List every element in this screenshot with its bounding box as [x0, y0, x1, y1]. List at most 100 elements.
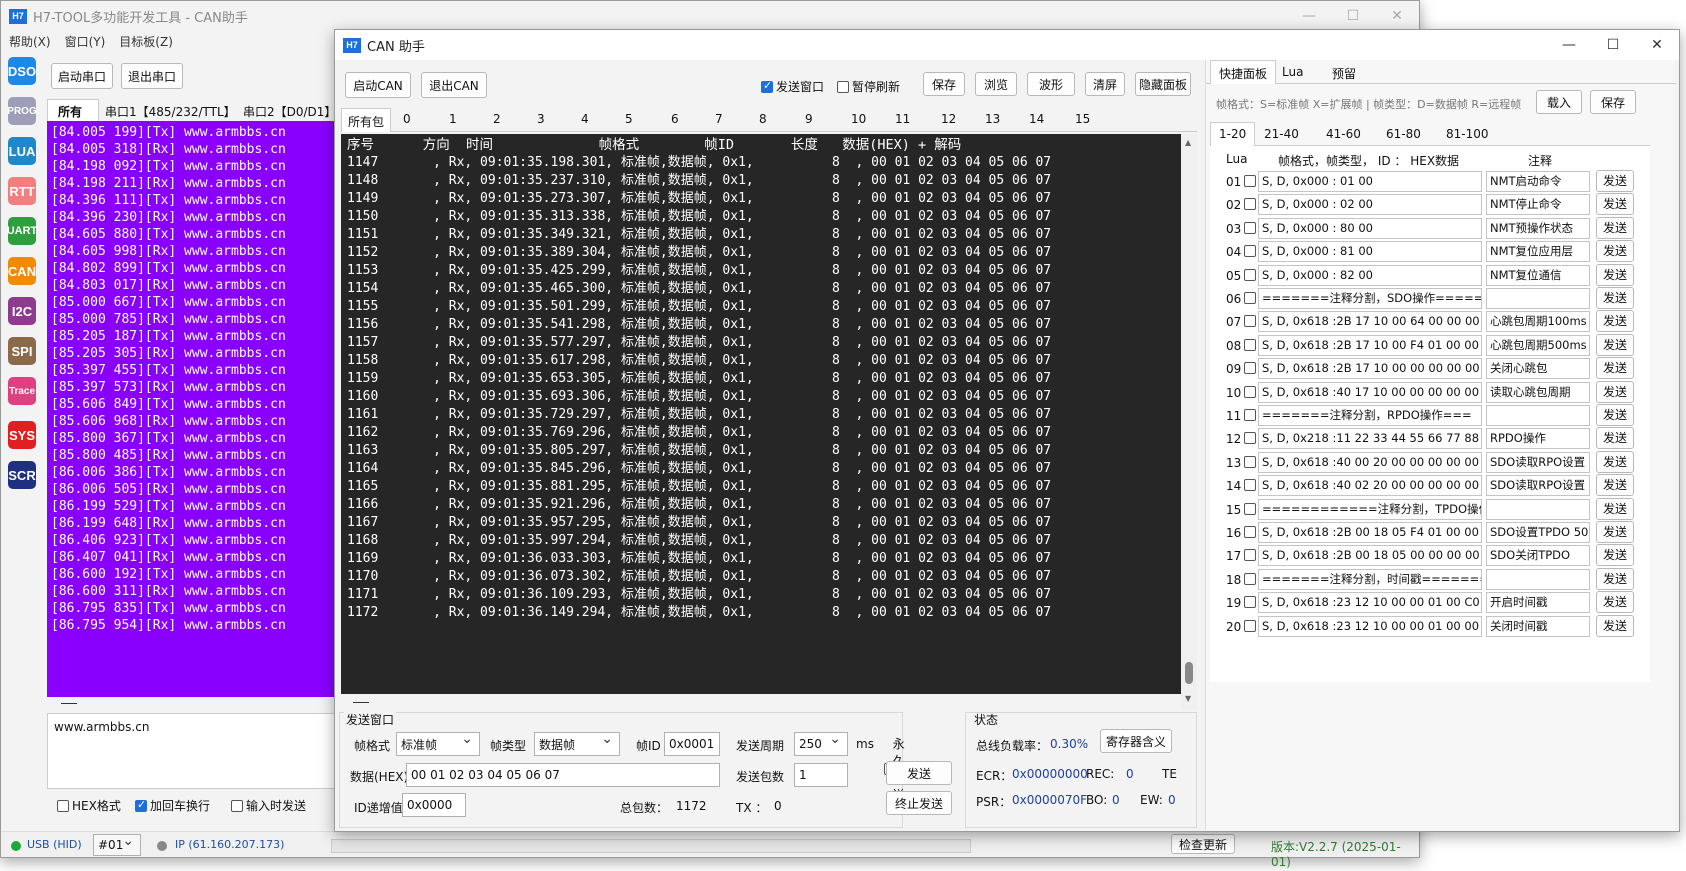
- can-maximize-icon[interactable]: ☐: [1591, 30, 1635, 60]
- quick-row-send-button[interactable]: 发送: [1596, 427, 1634, 450]
- quick-row-data-input[interactable]: S, D, 0x618 :23 12 10 00 00 01 00 C0: [1258, 592, 1482, 614]
- quick-row-data-input[interactable]: S, D, 0x218 :11 22 33 44 55 66 77 88: [1258, 428, 1482, 450]
- menu-help[interactable]: 帮助(X): [9, 33, 51, 50]
- can-close-icon[interactable]: ✕: [1635, 30, 1679, 60]
- start-can-button[interactable]: 启动CAN: [345, 72, 411, 98]
- quick-row-data-input[interactable]: S, D, 0x618 :40 17 10 00 00 00 00 00: [1258, 381, 1482, 403]
- tab-packet-11[interactable]: 11: [879, 112, 910, 126]
- quick-row-note-input[interactable]: NMT复位应用层: [1486, 241, 1590, 263]
- quick-row-data-input[interactable]: S, D, 0x618 :2B 17 10 00 00 00 00 00: [1258, 358, 1482, 380]
- can-log[interactable]: 序号 方向 时间 帧格式 帧ID 长度 数据(HEX) + 解码 1147 , …: [341, 134, 1181, 694]
- quick-row-lua-checkbox[interactable]: [1244, 362, 1256, 375]
- quick-row-note-input[interactable]: 读取心跳包周期: [1486, 381, 1590, 403]
- send-count-input[interactable]: 1: [794, 763, 848, 787]
- trace-icon[interactable]: Trace: [8, 377, 36, 405]
- tab-quick-panel[interactable]: 快捷面板: [1210, 60, 1277, 84]
- quick-row-send-button[interactable]: 发送: [1596, 591, 1634, 614]
- send-text-area[interactable]: www.armbbs.cn: [47, 713, 337, 789]
- quick-row-send-button[interactable]: 发送: [1596, 380, 1634, 403]
- quick-row-note-input[interactable]: [1486, 405, 1590, 426]
- tab-packet-8[interactable]: 8: [743, 112, 767, 126]
- can-icon[interactable]: CAN: [8, 257, 36, 285]
- quick-row-data-input[interactable]: S, D, 0x618 :40 02 20 00 00 00 00 00: [1258, 475, 1482, 497]
- tab-lua[interactable]: Lua: [1282, 65, 1303, 79]
- quick-row-data-input[interactable]: S, D, 0x618 :2B 17 10 00 64 00 00 00: [1258, 311, 1482, 333]
- quick-row-lua-checkbox[interactable]: [1244, 338, 1256, 351]
- tab-all-packets[interactable]: 所有包: [341, 108, 392, 132]
- quick-row-lua-checkbox[interactable]: [1244, 175, 1256, 187]
- quick-row-note-input[interactable]: SDO读取RPO设置: [1486, 475, 1590, 497]
- serial-log[interactable]: [84.005 199][Tx] www.armbbs.cn [84.005 31…: [47, 121, 337, 697]
- quick-row-note-input[interactable]: NMT复位通信: [1486, 264, 1590, 286]
- tab-packet-13[interactable]: 13: [969, 112, 1000, 126]
- quick-row-lua-checkbox[interactable]: [1244, 619, 1256, 632]
- can-log-splitter[interactable]: [341, 694, 1181, 710]
- quick-row-data-input[interactable]: =======注释分割，时间戳========: [1258, 568, 1482, 590]
- quick-row-data-input[interactable]: S, D, 0x618 :40 00 20 00 00 00 00 00: [1258, 451, 1482, 473]
- can-minimize-icon[interactable]: —: [1547, 30, 1591, 60]
- quick-row-send-button[interactable]: 发送: [1596, 333, 1634, 356]
- quick-row-note-input[interactable]: NMT停止命令: [1486, 194, 1590, 216]
- quick-row-data-input[interactable]: S, D, 0x000 : 01 00: [1258, 171, 1482, 192]
- quick-row-lua-checkbox[interactable]: [1244, 245, 1256, 258]
- pause-refresh-option[interactable]: 暂停刷新: [837, 78, 900, 95]
- pause-refresh-checkbox[interactable]: [837, 80, 849, 93]
- lua-icon[interactable]: LUA: [8, 137, 36, 165]
- quick-row-send-button[interactable]: 发送: [1596, 263, 1634, 286]
- device-select[interactable]: #01: [93, 834, 141, 856]
- quick-row-note-input[interactable]: RPDO操作: [1486, 428, 1590, 450]
- quick-row-note-input[interactable]: 关闭时间戳: [1486, 615, 1590, 637]
- splitter[interactable]: [47, 697, 337, 711]
- quick-row-send-button[interactable]: 发送: [1596, 216, 1634, 239]
- stop-send-button[interactable]: 终止发送: [886, 791, 952, 815]
- load-button[interactable]: 载入: [1536, 90, 1582, 114]
- spi-icon[interactable]: SPI: [8, 337, 36, 365]
- tab-all[interactable]: 所有: [47, 99, 99, 121]
- quick-row-lua-checkbox[interactable]: [1244, 409, 1256, 421]
- quick-row-note-input[interactable]: 心跳包周期500ms: [1486, 334, 1590, 356]
- dso-icon[interactable]: DSO: [8, 57, 36, 85]
- save-log-button[interactable]: 保存: [923, 72, 965, 96]
- tab-packet-0[interactable]: 0: [387, 112, 411, 126]
- i2c-icon[interactable]: I2C: [8, 297, 36, 325]
- id-inc-input[interactable]: 0x0000: [402, 793, 466, 817]
- tab-packet-3[interactable]: 3: [521, 112, 545, 126]
- quick-row-send-button[interactable]: 发送: [1596, 310, 1634, 333]
- tab-range-21-40[interactable]: 21-40: [1264, 127, 1299, 141]
- quick-row-send-button[interactable]: 发送: [1596, 544, 1634, 567]
- tab-serial2[interactable]: 串口2【D0/D1】: [243, 103, 336, 120]
- quick-row-send-button[interactable]: 发送: [1596, 240, 1634, 263]
- tab-packet-4[interactable]: 4: [565, 112, 589, 126]
- quick-row-data-input[interactable]: S, D, 0x618 :2B 00 18 05 F4 01 00 00: [1258, 522, 1482, 543]
- quick-row-send-button[interactable]: 发送: [1596, 450, 1634, 473]
- quick-row-send-button[interactable]: 发送: [1596, 357, 1634, 380]
- tab-serial1[interactable]: 串口1【485/232/TTL】: [105, 103, 236, 120]
- tab-packet-14[interactable]: 14: [1013, 112, 1044, 126]
- quick-row-data-input[interactable]: S, D, 0x618 :23 12 10 00 00 01 00 00: [1258, 615, 1482, 637]
- frame-type-select[interactable]: 数据帧: [534, 732, 620, 756]
- send-window-option[interactable]: 发送窗口: [761, 78, 824, 95]
- period-select[interactable]: 250: [794, 732, 848, 756]
- tab-packet-1[interactable]: 1: [433, 112, 457, 126]
- send-on-input-checkbox[interactable]: [231, 799, 243, 812]
- tab-packet-12[interactable]: 12: [925, 112, 956, 126]
- quick-row-lua-checkbox[interactable]: [1244, 432, 1256, 445]
- quick-row-note-input[interactable]: SDO关闭TPDO: [1486, 545, 1590, 567]
- scr-icon[interactable]: SCR: [8, 461, 36, 489]
- quick-row-lua-checkbox[interactable]: [1244, 221, 1256, 234]
- hex-checkbox[interactable]: [57, 799, 69, 812]
- send-window-checkbox[interactable]: [761, 79, 773, 93]
- quick-row-send-button[interactable]: 发送: [1596, 614, 1634, 637]
- sys-icon[interactable]: SYS: [8, 421, 36, 449]
- quick-row-note-input[interactable]: SDO读取RPO设置: [1486, 451, 1590, 473]
- quick-row-data-input[interactable]: =======注释分割，SDO操作=====: [1258, 288, 1482, 309]
- tab-packet-9[interactable]: 9: [789, 112, 813, 126]
- quick-row-send-button[interactable]: 发送: [1596, 567, 1634, 590]
- minimize-icon[interactable]: —: [1287, 1, 1331, 31]
- quick-row-lua-checkbox[interactable]: [1244, 596, 1256, 609]
- quick-row-note-input[interactable]: [1486, 568, 1590, 590]
- exit-can-button[interactable]: 退出CAN: [421, 72, 487, 98]
- quick-row-lua-checkbox[interactable]: [1244, 455, 1256, 468]
- tab-range-41-60[interactable]: 41-60: [1326, 127, 1361, 141]
- menu-target[interactable]: 目标板(Z): [119, 33, 173, 50]
